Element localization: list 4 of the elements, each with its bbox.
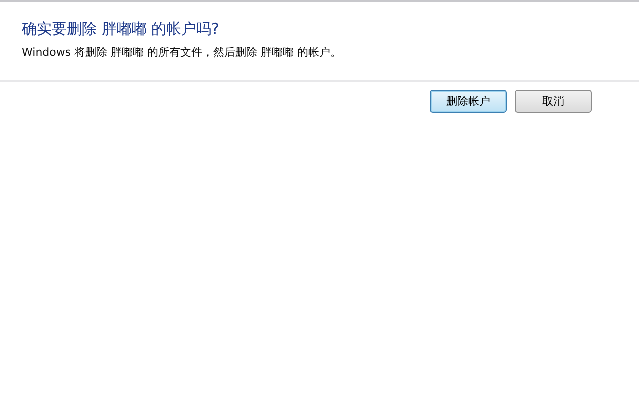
dialog-heading: 确实要删除 胖嘟嘟 的帐户吗? (22, 19, 220, 40)
dialog-button[interactable]: 删除帐户 (430, 90, 507, 113)
dialog-button[interactable]: 取消 (515, 90, 592, 113)
dialog-message: Windows 将删除 胖嘟嘟 的所有文件，然后删除 胖嘟嘟 的帐户。 (22, 45, 343, 61)
